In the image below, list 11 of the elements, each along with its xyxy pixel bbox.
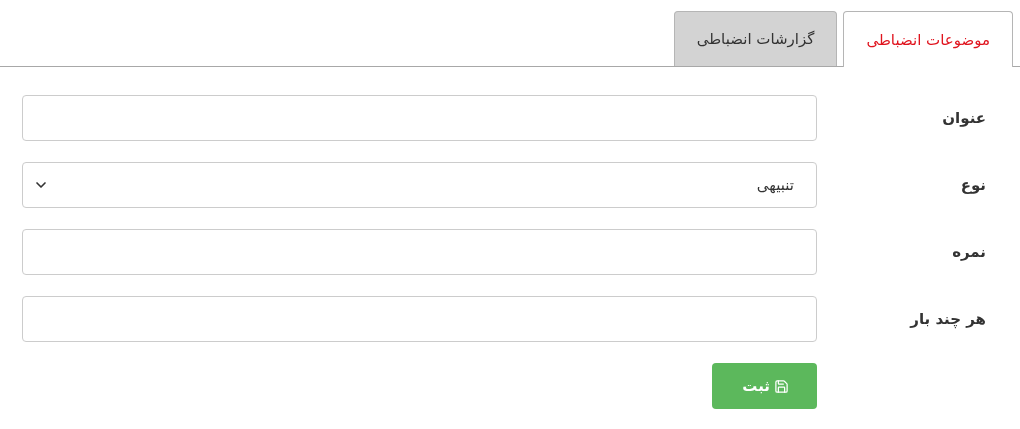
select-field[interactable]: تنبیهی xyxy=(22,162,817,208)
input-field[interactable] xyxy=(22,229,817,275)
field-label: نوع xyxy=(959,176,987,194)
field-label: هر چند بار xyxy=(908,310,987,328)
input-field[interactable] xyxy=(22,95,817,141)
tab[interactable]: موضوعات انضباطی xyxy=(843,11,1013,67)
field-label: نمره xyxy=(951,243,987,261)
save-icon xyxy=(774,378,789,394)
tab[interactable]: گزارشات انضباطی xyxy=(673,11,838,66)
input-field[interactable] xyxy=(22,296,817,342)
field-label: عنوان xyxy=(941,109,987,127)
